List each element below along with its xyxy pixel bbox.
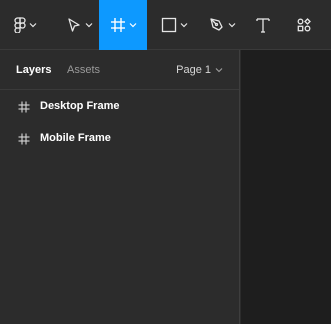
rectangle-icon (161, 17, 177, 33)
tab-layers[interactable]: Layers (16, 63, 51, 77)
chevron-down-icon (180, 22, 188, 28)
chevron-down-icon (29, 22, 37, 28)
pen-icon (209, 17, 225, 33)
figma-logo-icon (13, 17, 26, 33)
frame-icon (18, 132, 30, 150)
text-tool-button[interactable] (248, 0, 278, 50)
toolbar (0, 0, 331, 50)
tab-assets[interactable]: Assets (67, 63, 100, 77)
frame-tool-button[interactable] (99, 0, 147, 50)
canvas[interactable] (241, 50, 331, 324)
layer-label: Mobile Frame (40, 132, 111, 144)
resources-icon (296, 17, 312, 33)
page-selector[interactable]: Page 1 (176, 63, 223, 77)
page-selector-label: Page 1 (176, 64, 211, 76)
text-icon (255, 17, 271, 33)
layer-label: Desktop Frame (40, 100, 120, 112)
move-tool-button[interactable] (60, 0, 98, 50)
main-menu-button[interactable] (0, 0, 50, 50)
layer-row-desktop-frame[interactable]: Desktop Frame (0, 90, 239, 122)
layer-row-mobile-frame[interactable]: Mobile Frame (0, 122, 239, 154)
panel-tabs: Layers Assets Page 1 (0, 50, 239, 90)
frame-icon (110, 17, 126, 33)
chevron-down-icon (211, 63, 223, 77)
frame-icon (18, 100, 30, 118)
cursor-icon (66, 17, 82, 33)
left-panel: Layers Assets Page 1 Desktop Frame Mobil… (0, 50, 240, 324)
chevron-down-icon (228, 22, 236, 28)
pen-tool-button[interactable] (202, 0, 242, 50)
chevron-down-icon (129, 22, 137, 28)
resources-tool-button[interactable] (289, 0, 319, 50)
chevron-down-icon (85, 22, 93, 28)
shape-tool-button[interactable] (154, 0, 194, 50)
